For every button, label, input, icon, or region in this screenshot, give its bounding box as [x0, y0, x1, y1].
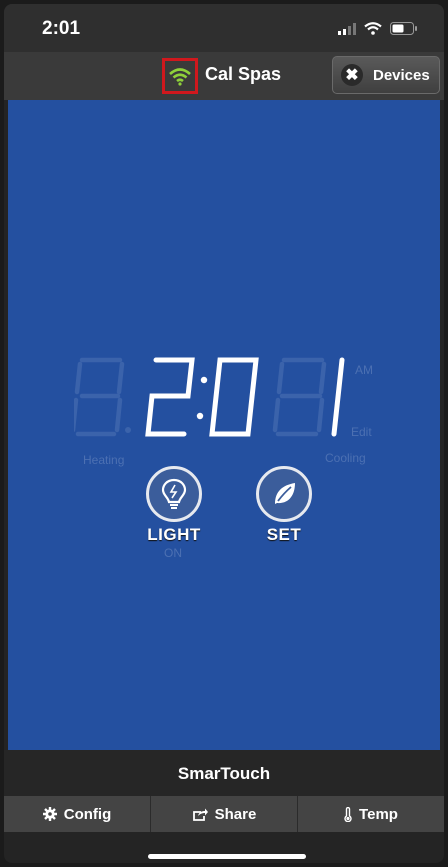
connection-status[interactable]: [162, 58, 198, 94]
spa-control-panel: AM Edit Heating Cooling ON LIGHT SET: [8, 100, 440, 750]
cellular-signal-icon: [338, 22, 356, 35]
bottom-toolbar: Config Share Temp: [4, 796, 444, 832]
tab-temp-label: Temp: [359, 805, 398, 823]
lightbulb-icon: [146, 466, 202, 522]
light-label: LIGHT: [147, 525, 201, 544]
clock-digit: [209, 357, 259, 437]
nav-bar: Cal Spas ✖ Devices: [4, 52, 444, 100]
tab-share-label: Share: [214, 805, 257, 823]
tab-temp[interactable]: Temp: [298, 796, 444, 832]
heating-indicator: Heating: [83, 453, 125, 467]
clock-digit: [331, 357, 345, 437]
light-button[interactable]: LIGHT: [142, 466, 206, 545]
home-indicator[interactable]: [148, 854, 306, 859]
close-icon: ✖: [341, 64, 363, 86]
page-title: Cal Spas: [205, 64, 282, 84]
devices-button[interactable]: ✖ Devices: [332, 56, 440, 94]
set-button[interactable]: SET: [253, 466, 315, 545]
on-indicator: ON: [164, 546, 182, 560]
status-time: 2:01: [42, 18, 81, 39]
clock-digit: [145, 357, 195, 437]
set-label: SET: [266, 525, 302, 544]
phone-screen: 2:01 Cal Spas ✖ Devices AM Edit Heating …: [4, 4, 444, 863]
tab-config[interactable]: Config: [4, 796, 151, 832]
clock-display[interactable]: [74, 350, 364, 444]
status-bar: 2:01: [4, 4, 444, 52]
am-indicator: AM: [355, 363, 373, 377]
wifi-connected-icon: [169, 67, 191, 86]
clock-ghost-digits: [74, 357, 327, 437]
clock-colon: [200, 376, 208, 384]
tab-config-label: Config: [63, 805, 112, 823]
clock-colon: [196, 412, 204, 420]
devices-label: Devices: [373, 66, 430, 84]
tab-share[interactable]: Share: [151, 796, 298, 832]
wifi-status-icon: [364, 22, 382, 35]
cooling-indicator: Cooling: [325, 451, 366, 465]
status-icons: [338, 22, 418, 35]
thermometer-icon: [344, 806, 352, 822]
share-icon: [192, 808, 208, 821]
brand-bar: SmarTouch: [4, 750, 444, 798]
battery-icon: [390, 22, 417, 35]
leaf-icon: [256, 466, 312, 522]
brand-name: SmarTouch: [177, 764, 271, 783]
gear-icon: [42, 807, 57, 821]
edit-indicator[interactable]: Edit: [351, 425, 372, 439]
